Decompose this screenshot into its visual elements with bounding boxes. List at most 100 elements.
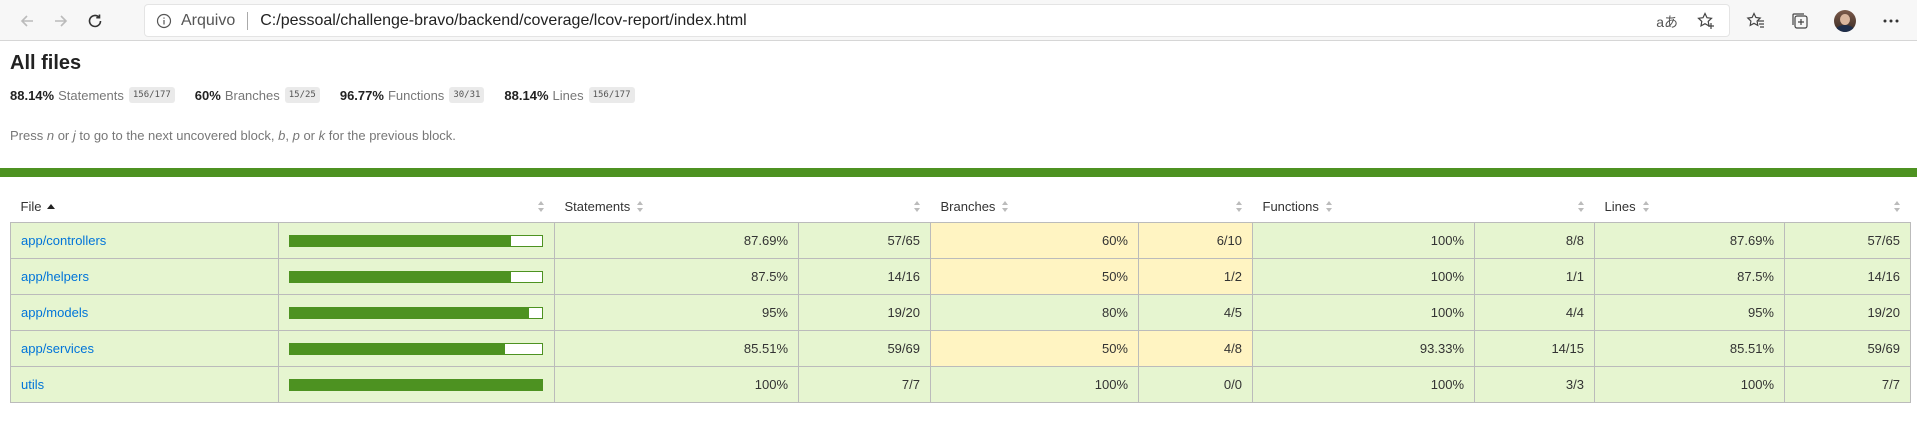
header-functions-raw[interactable] [1474, 190, 1595, 223]
branches-fraction: 4/8 [1138, 330, 1253, 367]
summary-label: Branches [224, 87, 280, 103]
functions-fraction: 4/4 [1474, 294, 1595, 331]
refresh-button[interactable] [80, 6, 110, 36]
file-link[interactable]: utils [21, 377, 44, 392]
file-link[interactable]: app/services [21, 341, 94, 356]
branches-fraction: 0/0 [1138, 366, 1253, 403]
coverage-bar [289, 234, 543, 247]
summary-label: Lines [552, 87, 584, 103]
statements-fraction: 19/20 [798, 294, 931, 331]
header-file[interactable]: File [10, 190, 279, 223]
header-lines[interactable]: Lines [1594, 190, 1785, 223]
summary-statements: 88.14% Statements 156/177 [10, 87, 175, 103]
summary-pct: 60% [194, 87, 221, 103]
profile-button[interactable] [1830, 6, 1860, 36]
lines-pct: 87.69% [1594, 222, 1785, 259]
address-separator [247, 11, 249, 30]
coverage-bar [289, 306, 543, 319]
lines-fraction: 14/16 [1784, 258, 1911, 295]
coverage-bar-cell [278, 330, 555, 367]
collections-icon [1792, 13, 1808, 29]
lines-fraction: 57/65 [1784, 222, 1911, 259]
hint-text: or [299, 128, 319, 143]
header-file-bar[interactable] [278, 190, 555, 223]
file-link[interactable]: app/models [21, 305, 88, 320]
statements-pct: 95% [554, 294, 799, 331]
add-favorite-icon[interactable] [1696, 11, 1716, 36]
read-aloud-icon[interactable]: aあ [1656, 12, 1678, 32]
coverage-bar-cell [278, 258, 555, 295]
back-button[interactable] [12, 6, 42, 36]
refresh-icon [88, 14, 102, 28]
file-cell: app/services [10, 330, 279, 367]
lines-pct: 95% [1594, 294, 1785, 331]
coverage-bar-cell [278, 294, 555, 331]
summary-pct: 88.14% [10, 87, 55, 103]
forward-button[interactable] [46, 6, 76, 36]
functions-fraction: 1/1 [1474, 258, 1595, 295]
header-lines-label: Lines [1604, 198, 1636, 214]
address-bar[interactable]: Arquivo C:/pessoal/challenge-bravo/backe… [144, 4, 1730, 37]
statements-pct: 100% [554, 366, 799, 403]
hint-text: to go to the next uncovered block, [75, 128, 279, 143]
summary-functions: 96.77% Functions 30/31 [340, 87, 485, 103]
statements-fraction: 14/16 [798, 258, 931, 295]
sort-icon [1642, 201, 1650, 213]
summary-label: Statements [58, 87, 124, 103]
settings-more-button[interactable] [1876, 6, 1906, 36]
file-link[interactable]: app/controllers [21, 233, 106, 248]
statements-fraction: 59/69 [798, 330, 931, 367]
avatar [1834, 10, 1856, 32]
site-label: Arquivo [181, 11, 236, 29]
branches-pct: 60% [930, 222, 1139, 259]
table-header-row: File Statements Branches Functions Lines [10, 190, 1911, 223]
header-branches-label: Branches [940, 198, 996, 214]
favorites-icon [1746, 12, 1764, 28]
statements-fraction: 7/7 [798, 366, 931, 403]
page-title: All files [10, 52, 82, 74]
functions-pct: 100% [1252, 222, 1475, 259]
branches-pct: 80% [930, 294, 1139, 331]
summary-fraction: 30/31 [449, 87, 485, 103]
url-text[interactable]: C:/pessoal/challenge-bravo/backend/cover… [260, 12, 746, 30]
coverage-bar [289, 270, 543, 283]
table-row: app/controllers 87.69% 57/65 60% 6/10 10… [10, 222, 1911, 259]
favorites-button[interactable] [1741, 6, 1771, 36]
hint-text: or [54, 128, 73, 143]
statements-pct: 87.69% [554, 222, 799, 259]
sort-icon [1325, 201, 1333, 213]
sort-icon [913, 201, 921, 213]
functions-fraction: 8/8 [1474, 222, 1595, 259]
lines-fraction: 59/69 [1784, 330, 1911, 367]
sort-icon [537, 201, 545, 213]
file-link[interactable]: app/helpers [21, 269, 89, 284]
summary-fraction: 156/177 [128, 87, 175, 103]
lines-pct: 85.51% [1594, 330, 1785, 367]
branches-fraction: 1/2 [1138, 258, 1253, 295]
info-icon[interactable] [156, 13, 172, 29]
header-statements-raw[interactable] [798, 190, 931, 223]
summary-branches: 60% Branches 15/25 [195, 87, 320, 103]
header-lines-raw[interactable] [1784, 190, 1911, 223]
keyboard-hint: Press n or j to go to the next uncovered… [10, 128, 456, 143]
header-functions[interactable]: Functions [1252, 190, 1475, 223]
header-branches-raw[interactable] [1138, 190, 1253, 223]
file-cell: app/models [10, 294, 279, 331]
header-branches[interactable]: Branches [930, 190, 1139, 223]
file-cell: app/controllers [10, 222, 279, 259]
forward-arrow-icon [55, 15, 68, 27]
header-statements[interactable]: Statements [554, 190, 799, 223]
back-arrow-icon [20, 15, 33, 27]
branches-pct: 100% [930, 366, 1139, 403]
functions-fraction: 14/15 [1474, 330, 1595, 367]
coverage-bar-cell [278, 222, 555, 259]
coverage-bar-fill [290, 343, 506, 354]
more-icon [1883, 19, 1899, 23]
collections-button[interactable] [1785, 6, 1815, 36]
statements-pct: 85.51% [554, 330, 799, 367]
sort-icon [1235, 201, 1243, 213]
coverage-bar [289, 378, 543, 391]
sort-icon [1001, 201, 1009, 213]
lines-fraction: 7/7 [1784, 366, 1911, 403]
coverage-status-bar [0, 168, 1917, 177]
